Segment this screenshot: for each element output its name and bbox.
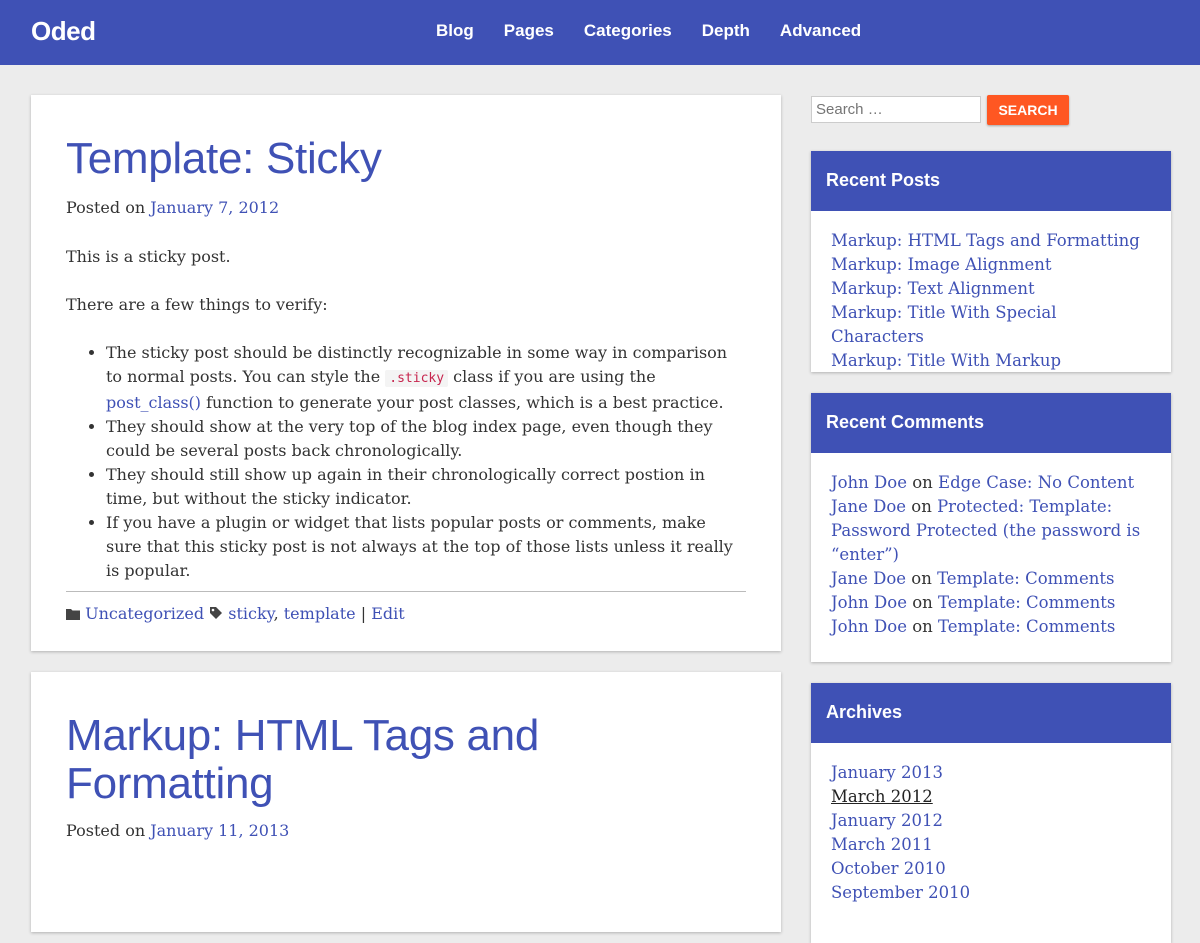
tag-icon: [209, 603, 223, 627]
widget-title: Recent Comments: [811, 393, 1171, 453]
list-text: function to generate your post classes, …: [201, 393, 724, 412]
recent-posts-list: Markup: HTML Tags and Formatting Markup:…: [811, 211, 1171, 393]
post-title[interactable]: Markup: HTML Tags and Formatting: [66, 712, 666, 808]
posted-on-label: Posted on: [66, 198, 146, 217]
list-item: John Doe on Template: Comments: [831, 591, 1151, 615]
main-nav: Blog Pages Categories Depth Advanced: [436, 21, 861, 41]
list-item: They should show at the very top of the …: [106, 415, 746, 463]
list-item: Markup: Title With Markup: [831, 349, 1151, 373]
comment-author-link[interactable]: John Doe: [831, 617, 907, 636]
archive-link[interactable]: January 2013: [831, 763, 943, 782]
archive-link[interactable]: October 2010: [831, 859, 946, 878]
post-date-link[interactable]: January 7, 2012: [150, 198, 279, 217]
post-meta: Posted on January 11, 2013: [66, 821, 289, 840]
archives-list: January 2013 March 2012 January 2012 Mar…: [811, 743, 1171, 925]
recent-post-link[interactable]: Markup: Title With Special Characters: [831, 303, 1057, 346]
archive-link[interactable]: March 2011: [831, 835, 933, 854]
tag-link[interactable]: template: [284, 604, 356, 623]
post-paragraph: There are a few things to verify:: [66, 295, 328, 314]
posted-on-label: Posted on: [66, 821, 146, 840]
post-card: Template: Sticky Posted on January 7, 20…: [31, 95, 781, 651]
recent-post-link[interactable]: Markup: Image Alignment: [831, 255, 1052, 274]
recent-post-link[interactable]: Markup: Text Alignment: [831, 279, 1035, 298]
comment-post-link[interactable]: Template: Comments: [938, 593, 1115, 612]
archive-link[interactable]: January 2012: [831, 811, 943, 830]
widget-title: Archives: [811, 683, 1171, 743]
list-item: They should still show up again in their…: [106, 463, 746, 511]
recent-comments-list: John Doe on Edge Case: No Content Jane D…: [811, 453, 1171, 659]
edit-link[interactable]: Edit: [371, 604, 404, 623]
list-item: Markup: HTML Tags and Formatting: [831, 229, 1151, 253]
list-item: Markup: Text Alignment: [831, 277, 1151, 301]
comment-author-link[interactable]: John Doe: [831, 473, 907, 492]
list-item: September 2010: [831, 881, 1151, 905]
post-title[interactable]: Template: Sticky: [66, 135, 382, 183]
comment-post-link[interactable]: Template: Comments: [937, 569, 1114, 588]
list-text: class if you are using the: [448, 367, 656, 386]
post-content: This is a sticky post. There are a few t…: [66, 245, 746, 583]
on-label: on: [906, 569, 938, 588]
edit-separator: |: [355, 604, 372, 623]
post-footer: Uncategorized sticky, template | Edit: [66, 591, 746, 627]
recent-post-link[interactable]: Markup: HTML Tags and Formatting: [831, 231, 1140, 250]
site-title[interactable]: Oded: [31, 16, 96, 47]
post-date-link[interactable]: January 11, 2013: [150, 821, 289, 840]
comment-author-link[interactable]: John Doe: [831, 593, 907, 612]
comment-author-link[interactable]: Jane Doe: [831, 497, 906, 516]
category-link[interactable]: Uncategorized: [85, 604, 204, 623]
list-item: March 2011: [831, 833, 1151, 857]
list-item: John Doe on Template: Comments: [831, 615, 1151, 639]
archives-widget: Archives January 2013 March 2012 January…: [811, 683, 1171, 943]
widget-title: Recent Posts: [811, 151, 1171, 211]
recent-post-link[interactable]: Markup: Title With Markup: [831, 351, 1061, 370]
search-input[interactable]: [811, 96, 981, 123]
post-paragraph: This is a sticky post.: [66, 247, 231, 266]
list-item: October 2010: [831, 857, 1151, 881]
list-item: John Doe on Edge Case: No Content: [831, 471, 1151, 495]
nav-depth[interactable]: Depth: [702, 21, 750, 41]
on-label: on: [906, 497, 938, 516]
list-item: January 2012: [831, 809, 1151, 833]
post-card: Markup: HTML Tags and Formatting Posted …: [31, 672, 781, 932]
comment-post-link[interactable]: Template: Comments: [938, 617, 1115, 636]
folder-icon: [66, 603, 80, 627]
list-item: Markup: Image Alignment: [831, 253, 1151, 277]
list-item: The sticky post should be distinctly rec…: [106, 341, 746, 415]
on-label: on: [906, 617, 939, 636]
archive-link[interactable]: March 2012: [831, 787, 933, 806]
comment-post-link[interactable]: Edge Case: No Content: [938, 473, 1134, 492]
code-sticky: .sticky: [385, 370, 449, 387]
verify-list: The sticky post should be distinctly rec…: [66, 341, 746, 583]
nav-categories[interactable]: Categories: [584, 21, 672, 41]
site-header: Oded Blog Pages Categories Depth Advance…: [0, 0, 1200, 65]
post-meta: Posted on January 7, 2012: [66, 198, 279, 217]
list-item: If you have a plugin or widget that list…: [106, 511, 746, 583]
tag-separator: ,: [273, 604, 284, 623]
nav-pages[interactable]: Pages: [504, 21, 554, 41]
recent-posts-widget: Recent Posts Markup: HTML Tags and Forma…: [811, 151, 1171, 372]
post-class-link[interactable]: post_class(): [106, 393, 201, 412]
recent-comments-widget: Recent Comments John Doe on Edge Case: N…: [811, 393, 1171, 662]
on-label: on: [906, 473, 939, 492]
comment-author-link[interactable]: Jane Doe: [831, 569, 906, 588]
nav-blog[interactable]: Blog: [436, 21, 474, 41]
archive-link[interactable]: September 2010: [831, 883, 970, 902]
list-item: Markup: Title With Special Characters: [831, 301, 1151, 349]
tag-link[interactable]: sticky: [228, 604, 273, 623]
list-item: Jane Doe on Protected: Template: Passwor…: [831, 495, 1151, 567]
nav-advanced[interactable]: Advanced: [780, 21, 861, 41]
search-button[interactable]: SEARCH: [987, 95, 1069, 125]
list-item: January 2013: [831, 761, 1151, 785]
on-label: on: [906, 593, 939, 612]
list-item: Jane Doe on Template: Comments: [831, 567, 1151, 591]
list-item: March 2012: [831, 785, 1151, 809]
